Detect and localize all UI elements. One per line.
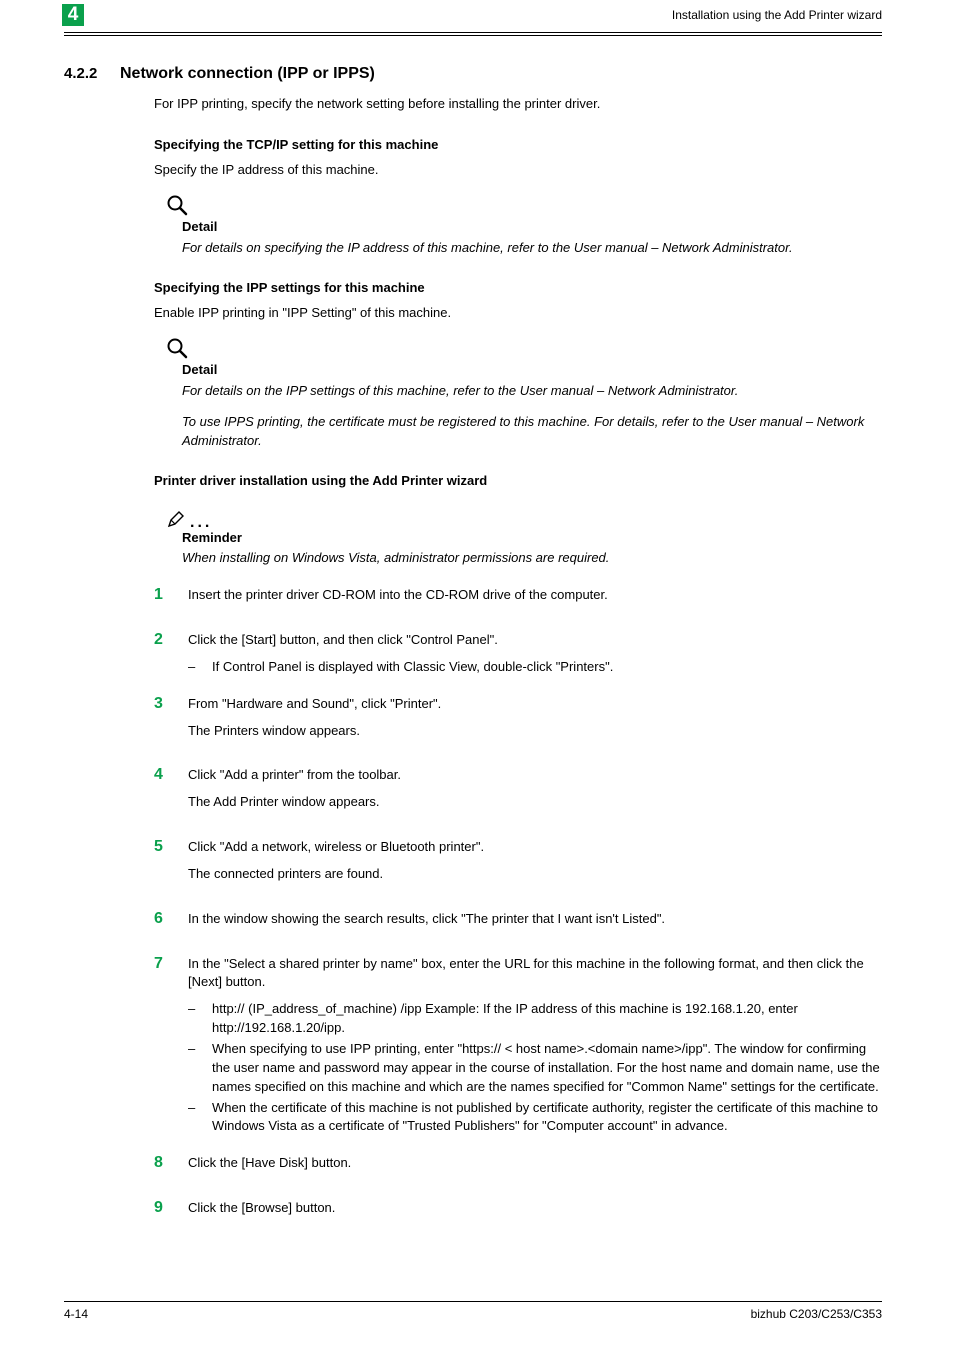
dash-icon: –: [188, 1099, 212, 1137]
header-right-text: Installation using the Add Printer wizar…: [672, 7, 882, 24]
step-row: 1Insert the printer driver CD-ROM into t…: [154, 586, 882, 613]
tcpip-note-body: For details on specifying the IP address…: [182, 239, 872, 258]
step-body: Insert the printer driver CD-ROM into th…: [188, 586, 882, 613]
magnifier-icon: [166, 194, 882, 216]
step-sub-bullet: –If Control Panel is displayed with Clas…: [188, 658, 882, 677]
step-row: 9Click the [Browse] button.: [154, 1199, 882, 1226]
footer-model: bizhub C203/C253/C353: [751, 1306, 882, 1323]
tcpip-detail-note: Detail For details on specifying the IP …: [154, 194, 882, 258]
step-body: In the "Select a shared printer by name"…: [188, 955, 882, 1137]
step-sub-text: When specifying to use IPP printing, ent…: [212, 1040, 882, 1097]
step-line: Click the [Start] button, and then click…: [188, 631, 882, 650]
step-line: The connected printers are found.: [188, 865, 882, 884]
section-title: Network connection (IPP or IPPS): [120, 62, 375, 85]
step-line: The Printers window appears.: [188, 722, 882, 741]
step-row: 3From "Hardware and Sound", click "Print…: [154, 695, 882, 749]
step-sub-bullet: –When the certificate of this machine is…: [188, 1099, 882, 1137]
tcpip-note-title: Detail: [182, 218, 882, 237]
step-row: 5Click "Add a network, wireless or Bluet…: [154, 838, 882, 892]
step-sub-text: http:// (IP_address_of_machine) /ipp Exa…: [212, 1000, 882, 1038]
step-line: In the window showing the search results…: [188, 910, 882, 929]
ipp-body: Enable IPP printing in "IPP Setting" of …: [154, 304, 882, 323]
step-number: 1: [154, 586, 188, 604]
step-row: 4Click "Add a printer" from the toolbar.…: [154, 766, 882, 820]
header-rule-2: [64, 35, 882, 36]
tcpip-heading: Specifying the TCP/IP setting for this m…: [154, 136, 882, 155]
dash-icon: –: [188, 1000, 212, 1038]
steps-list: 1Insert the printer driver CD-ROM into t…: [154, 586, 882, 1226]
ipp-note-body-2: To use IPPS printing, the certificate mu…: [182, 413, 872, 451]
install-heading: Printer driver installation using the Ad…: [154, 472, 882, 491]
ipp-note-title: Detail: [182, 361, 882, 380]
reminder-body: When installing on Windows Vista, admini…: [182, 549, 872, 568]
reminder-note: ... Reminder When installing on Windows …: [154, 505, 882, 568]
step-number: 9: [154, 1199, 188, 1217]
footer-rule: [64, 1301, 882, 1302]
step-sub-bullets: –If Control Panel is displayed with Clas…: [188, 658, 882, 677]
step-row: 8Click the [Have Disk] button.: [154, 1154, 882, 1181]
step-body: Click "Add a printer" from the toolbar. T…: [188, 766, 882, 820]
step-body: Click "Add a network, wireless or Blueto…: [188, 838, 882, 892]
dash-icon: –: [188, 658, 212, 677]
step-body: Click the [Have Disk] button.: [188, 1154, 882, 1181]
step-sub-text: When the certificate of this machine is …: [212, 1099, 882, 1137]
step-number: 7: [154, 955, 188, 973]
page-footer: 4-14 bizhub C203/C253/C353: [64, 1301, 882, 1323]
step-body: Click the [Browse] button.: [188, 1199, 882, 1226]
step-line: Click the [Have Disk] button.: [188, 1154, 882, 1173]
step-line: From "Hardware and Sound", click "Printe…: [188, 695, 882, 714]
step-row: 2Click the [Start] button, and then clic…: [154, 631, 882, 677]
step-body: From "Hardware and Sound", click "Printe…: [188, 695, 882, 749]
tcpip-body: Specify the IP address of this machine.: [154, 161, 882, 180]
magnifier-icon: [166, 337, 882, 359]
step-line: Click "Add a network, wireless or Blueto…: [188, 838, 882, 857]
ipp-heading: Specifying the IPP settings for this mac…: [154, 279, 882, 298]
step-line: In the "Select a shared printer by name"…: [188, 955, 882, 993]
step-body: Click the [Start] button, and then click…: [188, 631, 882, 677]
header-rule-1: [64, 32, 882, 33]
step-row: 6In the window showing the search result…: [154, 910, 882, 937]
ellipsis-icon: ...: [190, 514, 212, 531]
dash-icon: –: [188, 1040, 212, 1097]
step-number: 6: [154, 910, 188, 928]
section-heading-row: 4.2.2 Network connection (IPP or IPPS): [64, 62, 882, 85]
step-number: 4: [154, 766, 188, 784]
section-number: 4.2.2: [64, 63, 120, 85]
step-sub-text: If Control Panel is displayed with Class…: [212, 658, 882, 677]
reminder-title: Reminder: [182, 529, 882, 548]
footer-page-number: 4-14: [64, 1306, 88, 1323]
step-sub-bullets: –http:// (IP_address_of_machine) /ipp Ex…: [188, 1000, 882, 1136]
step-line: Click "Add a printer" from the toolbar.: [188, 766, 882, 785]
step-number: 5: [154, 838, 188, 856]
step-line: Click the [Browse] button.: [188, 1199, 882, 1218]
page-header: 4 Installation using the Add Printer wiz…: [64, 4, 882, 26]
step-number: 2: [154, 631, 188, 649]
step-number: 3: [154, 695, 188, 713]
page: 4 Installation using the Add Printer wiz…: [0, 0, 954, 1351]
chapter-badge: 4: [62, 4, 84, 26]
ipp-note-body-1: For details on the IPP settings of this …: [182, 382, 872, 401]
pen-icon: ...: [166, 505, 882, 528]
step-line: The Add Printer window appears.: [188, 793, 882, 812]
step-line: Insert the printer driver CD-ROM into th…: [188, 586, 882, 605]
step-sub-bullet: –http:// (IP_address_of_machine) /ipp Ex…: [188, 1000, 882, 1038]
step-row: 7In the "Select a shared printer by name…: [154, 955, 882, 1137]
step-number: 8: [154, 1154, 188, 1172]
section-intro: For IPP printing, specify the network se…: [154, 95, 882, 114]
step-body: In the window showing the search results…: [188, 910, 882, 937]
step-sub-bullet: –When specifying to use IPP printing, en…: [188, 1040, 882, 1097]
ipp-detail-note: Detail For details on the IPP settings o…: [154, 337, 882, 450]
body-column: For IPP printing, specify the network se…: [154, 95, 882, 1226]
